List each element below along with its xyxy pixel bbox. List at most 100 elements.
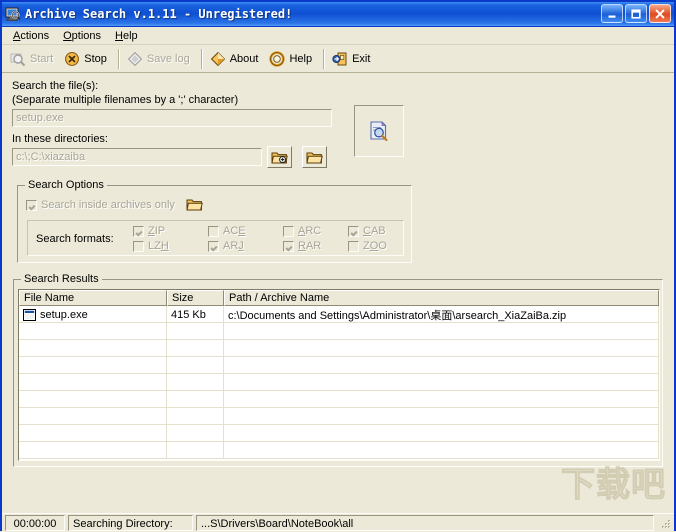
table-row[interactable] bbox=[19, 391, 659, 408]
cell-file-name bbox=[19, 442, 167, 459]
open-folder-icon bbox=[306, 150, 323, 165]
search-dirs-input[interactable]: c:\;C:\xiazaiba bbox=[12, 148, 262, 166]
toolbar-stop-button[interactable]: Stop bbox=[60, 47, 114, 70]
format-label-rar: RAR bbox=[298, 240, 322, 252]
cell-size bbox=[167, 374, 224, 391]
exit-door-icon bbox=[332, 51, 348, 67]
search-files-label: Search the file(s): bbox=[12, 80, 99, 92]
format-checkbox-rar[interactable]: RAR bbox=[283, 240, 321, 252]
search-options-group: Search Options Search inside archives on… bbox=[17, 179, 412, 263]
add-folder-icon bbox=[271, 150, 288, 165]
table-row[interactable] bbox=[19, 442, 659, 459]
checkbox-box bbox=[133, 225, 144, 237]
cell-size bbox=[167, 357, 224, 374]
toolbar-separator bbox=[117, 48, 119, 69]
cell-file-name bbox=[19, 374, 167, 391]
toolbar-about-label: About bbox=[229, 52, 259, 65]
cell-file-name-text: setup.exe bbox=[40, 309, 88, 321]
diamond-about-icon bbox=[210, 51, 226, 67]
table-row[interactable] bbox=[19, 357, 659, 374]
menu-item-actions[interactable]: Actions bbox=[6, 29, 56, 43]
cell-path bbox=[224, 323, 659, 340]
browse-directory-button[interactable] bbox=[302, 146, 327, 168]
cell-path bbox=[224, 425, 659, 442]
resize-grip-icon[interactable] bbox=[658, 517, 672, 531]
format-checkbox-ace[interactable]: ACE bbox=[208, 225, 246, 237]
cell-file-name bbox=[19, 323, 167, 340]
toolbar-exit-button[interactable]: Exit bbox=[328, 47, 377, 70]
toolbar-exit-label: Exit bbox=[352, 52, 371, 65]
toolbar-start-label: Start bbox=[30, 52, 54, 65]
toolbar-about-button[interactable]: About bbox=[206, 47, 266, 70]
format-checkbox-arj[interactable]: ARJ bbox=[208, 240, 244, 252]
maximize-button[interactable] bbox=[625, 4, 647, 23]
cell-path bbox=[224, 357, 659, 374]
checkbox-box bbox=[208, 240, 219, 252]
watermark-logo: 下载吧 bbox=[561, 465, 666, 505]
app-search-computer-icon bbox=[5, 6, 21, 22]
toolbar-separator bbox=[200, 48, 202, 69]
status-bar: 00:00:00 Searching Directory: ...S\Drive… bbox=[2, 513, 674, 532]
checkbox-box bbox=[133, 240, 144, 252]
toolbar-start-button[interactable]: Start bbox=[6, 47, 60, 70]
table-row[interactable]: setup.exe 415 Kb c:\Documents and Settin… bbox=[19, 306, 659, 323]
search-results-listview[interactable]: File Name Size Path / Archive Name setup… bbox=[18, 289, 660, 461]
toolbar-save-log-button[interactable]: Save log bbox=[123, 47, 197, 70]
menu-item-options[interactable]: Options bbox=[56, 29, 108, 43]
cell-size: 415 Kb bbox=[167, 306, 224, 323]
search-inside-archives-checkbox[interactable]: Search inside archives only bbox=[26, 199, 175, 211]
table-row[interactable] bbox=[19, 425, 659, 442]
checkbox-box bbox=[283, 225, 294, 237]
search-options-title: Search Options bbox=[25, 179, 107, 191]
format-checkbox-arc[interactable]: ARC bbox=[283, 225, 321, 237]
format-label-zoo: ZOO bbox=[363, 240, 387, 252]
menu-bar: Actions Options Help bbox=[2, 27, 674, 45]
table-row[interactable] bbox=[19, 323, 659, 340]
search-results-title: Search Results bbox=[21, 273, 102, 285]
cell-file-name: setup.exe bbox=[19, 306, 167, 323]
search-formats-box: Search formats: ZIP LZH ACE ARJ ARC RAR … bbox=[27, 220, 404, 256]
lifebuoy-icon bbox=[269, 50, 286, 67]
toolbar-separator bbox=[323, 48, 325, 69]
table-row[interactable] bbox=[19, 340, 659, 357]
cell-path bbox=[224, 340, 659, 357]
title-bar[interactable]: Archive Search v.1.11 - Unregistered! bbox=[2, 2, 674, 27]
checkbox-box bbox=[283, 240, 294, 252]
stop-circle-icon bbox=[64, 51, 80, 67]
format-checkbox-lzh[interactable]: LZH bbox=[133, 240, 169, 252]
toolbar-help-label: Help bbox=[289, 52, 313, 65]
checkbox-box bbox=[26, 199, 37, 211]
column-header-size[interactable]: Size bbox=[167, 290, 224, 306]
file-icon bbox=[23, 309, 36, 321]
cell-size bbox=[167, 442, 224, 459]
magnifier-icon bbox=[10, 51, 26, 67]
search-inside-archives-label: Search inside archives only bbox=[41, 199, 175, 211]
minimize-button[interactable] bbox=[601, 4, 623, 23]
column-header-file-name[interactable]: File Name bbox=[19, 290, 167, 306]
format-checkbox-zip[interactable]: ZIP bbox=[133, 225, 165, 237]
menu-item-help[interactable]: Help bbox=[108, 29, 145, 43]
application-window: Archive Search v.1.11 - Unregistered! Ac… bbox=[0, 0, 676, 532]
cell-path: c:\Documents and Settings\Administrator\… bbox=[224, 306, 659, 323]
format-checkbox-zoo[interactable]: ZOO bbox=[348, 240, 387, 252]
cell-path bbox=[224, 442, 659, 459]
status-elapsed-time: 00:00:00 bbox=[5, 515, 65, 531]
listview-header: File Name Size Path / Archive Name bbox=[19, 290, 659, 306]
toolbar-save-log-label: Save log bbox=[146, 52, 190, 65]
table-row[interactable] bbox=[19, 408, 659, 425]
toolbar-help-button[interactable]: Help bbox=[265, 47, 319, 70]
table-row[interactable] bbox=[19, 374, 659, 391]
close-button[interactable] bbox=[649, 4, 671, 23]
window-title: Archive Search v.1.11 - Unregistered! bbox=[25, 7, 293, 21]
format-label-zip: ZIP bbox=[148, 225, 166, 237]
format-label-lzh: LZH bbox=[148, 240, 169, 252]
search-files-input[interactable]: setup.exe bbox=[12, 109, 332, 127]
search-results-group: Search Results File Name Size Path / Arc… bbox=[13, 273, 663, 467]
checkbox-box bbox=[348, 240, 359, 252]
column-header-path[interactable]: Path / Archive Name bbox=[224, 290, 659, 306]
folder-icon bbox=[186, 197, 203, 212]
add-directory-button[interactable] bbox=[267, 146, 292, 168]
cell-size bbox=[167, 340, 224, 357]
format-checkbox-cab[interactable]: CAB bbox=[348, 225, 386, 237]
cell-file-name bbox=[19, 340, 167, 357]
